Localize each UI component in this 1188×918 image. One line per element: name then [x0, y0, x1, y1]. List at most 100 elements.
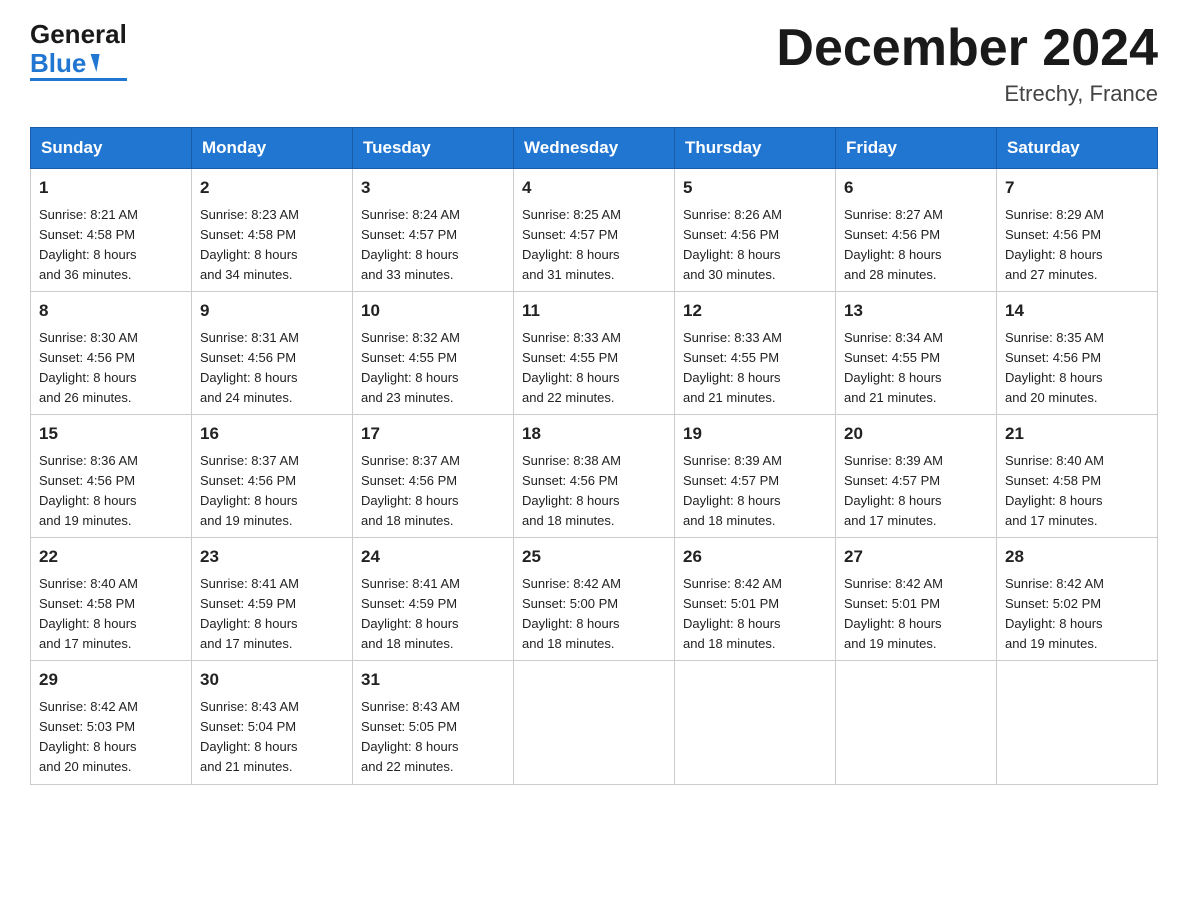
day-info: Sunrise: 8:37 AMSunset: 4:56 PMDaylight:… [200, 451, 344, 532]
day-info: Sunrise: 8:27 AMSunset: 4:56 PMDaylight:… [844, 205, 988, 286]
day-info: Sunrise: 8:34 AMSunset: 4:55 PMDaylight:… [844, 328, 988, 409]
day-number: 25 [522, 544, 666, 570]
day-info: Sunrise: 8:40 AMSunset: 4:58 PMDaylight:… [39, 574, 183, 655]
day-of-week-header: Wednesday [514, 128, 675, 169]
calendar-day-cell: 22Sunrise: 8:40 AMSunset: 4:58 PMDayligh… [31, 538, 192, 661]
day-info: Sunrise: 8:33 AMSunset: 4:55 PMDaylight:… [683, 328, 827, 409]
day-number: 8 [39, 298, 183, 324]
day-info: Sunrise: 8:29 AMSunset: 4:56 PMDaylight:… [1005, 205, 1149, 286]
calendar-day-cell: 12 Sunrise: 8:33 AMSunset: 4:55 PMDayligh… [675, 292, 836, 415]
calendar-day-cell: 21Sunrise: 8:40 AMSunset: 4:58 PMDayligh… [997, 415, 1158, 538]
day-info: Sunrise: 8:42 AMSunset: 5:00 PMDaylight:… [522, 574, 666, 655]
calendar-day-cell: 7 Sunrise: 8:29 AMSunset: 4:56 PMDaylight… [997, 169, 1158, 292]
day-number: 27 [844, 544, 988, 570]
day-info: Sunrise: 8:30 AMSunset: 4:56 PMDaylight:… [39, 328, 183, 409]
day-number: 23 [200, 544, 344, 570]
day-number: 14 [1005, 298, 1149, 324]
day-info: Sunrise: 8:40 AMSunset: 4:58 PMDaylight:… [1005, 451, 1149, 532]
day-info: Sunrise: 8:38 AMSunset: 4:56 PMDaylight:… [522, 451, 666, 532]
title-block: December 2024 Etrechy, France [776, 20, 1158, 107]
day-of-week-header: Sunday [31, 128, 192, 169]
day-number: 7 [1005, 175, 1149, 201]
calendar-day-cell: 1Sunrise: 8:21 AMSunset: 4:58 PMDaylight… [31, 169, 192, 292]
calendar-subtitle: Etrechy, France [776, 81, 1158, 107]
calendar-day-cell: 31Sunrise: 8:43 AMSunset: 5:05 PMDayligh… [353, 661, 514, 784]
calendar-day-cell: 30 Sunrise: 8:43 AMSunset: 5:04 PMDayligh… [192, 661, 353, 784]
day-number: 17 [361, 421, 505, 447]
day-number: 1 [39, 175, 183, 201]
page-header: General Blue December 2024 Etrechy, Fran… [30, 20, 1158, 107]
day-info: Sunrise: 8:33 AMSunset: 4:55 PMDaylight:… [522, 328, 666, 409]
calendar-day-cell: 13Sunrise: 8:34 AMSunset: 4:55 PMDayligh… [836, 292, 997, 415]
day-number: 4 [522, 175, 666, 201]
calendar-day-cell: 2 Sunrise: 8:23 AMSunset: 4:58 PMDaylight… [192, 169, 353, 292]
day-number: 15 [39, 421, 183, 447]
calendar-week-row: 1Sunrise: 8:21 AMSunset: 4:58 PMDaylight… [31, 169, 1158, 292]
day-info: Sunrise: 8:42 AMSunset: 5:03 PMDaylight:… [39, 697, 183, 778]
calendar-day-cell: 10 Sunrise: 8:32 AMSunset: 4:55 PMDayligh… [353, 292, 514, 415]
calendar-day-cell: 16Sunrise: 8:37 AMSunset: 4:56 PMDayligh… [192, 415, 353, 538]
day-number: 31 [361, 667, 505, 693]
day-of-week-header: Friday [836, 128, 997, 169]
calendar-day-cell: 23 Sunrise: 8:41 AMSunset: 4:59 PMDayligh… [192, 538, 353, 661]
day-info: Sunrise: 8:35 AMSunset: 4:56 PMDaylight:… [1005, 328, 1149, 409]
calendar-table: SundayMondayTuesdayWednesdayThursdayFrid… [30, 127, 1158, 784]
calendar-week-row: 8 Sunrise: 8:30 AMSunset: 4:56 PMDaylight… [31, 292, 1158, 415]
day-number: 24 [361, 544, 505, 570]
day-number: 10 [361, 298, 505, 324]
calendar-day-cell [514, 661, 675, 784]
calendar-day-cell: 14 Sunrise: 8:35 AMSunset: 4:56 PMDayligh… [997, 292, 1158, 415]
day-info: Sunrise: 8:32 AMSunset: 4:55 PMDaylight:… [361, 328, 505, 409]
calendar-day-cell: 20 Sunrise: 8:39 AMSunset: 4:57 PMDayligh… [836, 415, 997, 538]
calendar-day-cell: 15 Sunrise: 8:36 AMSunset: 4:56 PMDayligh… [31, 415, 192, 538]
calendar-title: December 2024 [776, 20, 1158, 77]
calendar-day-cell: 5Sunrise: 8:26 AMSunset: 4:56 PMDaylight… [675, 169, 836, 292]
day-number: 18 [522, 421, 666, 447]
calendar-day-cell: 25 Sunrise: 8:42 AMSunset: 5:00 PMDayligh… [514, 538, 675, 661]
day-info: Sunrise: 8:39 AMSunset: 4:57 PMDaylight:… [844, 451, 988, 532]
day-info: Sunrise: 8:42 AMSunset: 5:01 PMDaylight:… [683, 574, 827, 655]
calendar-day-cell: 4Sunrise: 8:25 AMSunset: 4:57 PMDaylight… [514, 169, 675, 292]
day-info: Sunrise: 8:41 AMSunset: 4:59 PMDaylight:… [200, 574, 344, 655]
day-info: Sunrise: 8:36 AMSunset: 4:56 PMDaylight:… [39, 451, 183, 532]
day-number: 30 [200, 667, 344, 693]
calendar-day-cell: 17Sunrise: 8:37 AMSunset: 4:56 PMDayligh… [353, 415, 514, 538]
day-info: Sunrise: 8:42 AMSunset: 5:02 PMDaylight:… [1005, 574, 1149, 655]
calendar-day-cell: 29 Sunrise: 8:42 AMSunset: 5:03 PMDayligh… [31, 661, 192, 784]
calendar-day-cell: 9 Sunrise: 8:31 AMSunset: 4:56 PMDaylight… [192, 292, 353, 415]
calendar-day-cell [675, 661, 836, 784]
day-of-week-header: Saturday [997, 128, 1158, 169]
day-number: 20 [844, 421, 988, 447]
day-number: 9 [200, 298, 344, 324]
day-number: 3 [361, 175, 505, 201]
calendar-header-row: SundayMondayTuesdayWednesdayThursdayFrid… [31, 128, 1158, 169]
calendar-week-row: 22Sunrise: 8:40 AMSunset: 4:58 PMDayligh… [31, 538, 1158, 661]
calendar-day-cell [997, 661, 1158, 784]
calendar-day-cell: 18 Sunrise: 8:38 AMSunset: 4:56 PMDayligh… [514, 415, 675, 538]
day-of-week-header: Monday [192, 128, 353, 169]
day-of-week-header: Thursday [675, 128, 836, 169]
calendar-day-cell: 27Sunrise: 8:42 AMSunset: 5:01 PMDayligh… [836, 538, 997, 661]
calendar-day-cell: 19Sunrise: 8:39 AMSunset: 4:57 PMDayligh… [675, 415, 836, 538]
day-info: Sunrise: 8:31 AMSunset: 4:56 PMDaylight:… [200, 328, 344, 409]
calendar-day-cell: 11Sunrise: 8:33 AMSunset: 4:55 PMDayligh… [514, 292, 675, 415]
day-number: 6 [844, 175, 988, 201]
day-number: 26 [683, 544, 827, 570]
day-number: 29 [39, 667, 183, 693]
day-info: Sunrise: 8:24 AMSunset: 4:57 PMDaylight:… [361, 205, 505, 286]
logo-underline [30, 78, 127, 81]
calendar-day-cell: 8 Sunrise: 8:30 AMSunset: 4:56 PMDaylight… [31, 292, 192, 415]
calendar-day-cell: 24Sunrise: 8:41 AMSunset: 4:59 PMDayligh… [353, 538, 514, 661]
day-number: 2 [200, 175, 344, 201]
day-info: Sunrise: 8:39 AMSunset: 4:57 PMDaylight:… [683, 451, 827, 532]
calendar-day-cell: 3 Sunrise: 8:24 AMSunset: 4:57 PMDaylight… [353, 169, 514, 292]
day-info: Sunrise: 8:23 AMSunset: 4:58 PMDaylight:… [200, 205, 344, 286]
day-number: 28 [1005, 544, 1149, 570]
day-of-week-header: Tuesday [353, 128, 514, 169]
calendar-day-cell [836, 661, 997, 784]
logo-general-text: General [30, 20, 127, 49]
day-info: Sunrise: 8:43 AMSunset: 5:04 PMDaylight:… [200, 697, 344, 778]
calendar-day-cell: 6 Sunrise: 8:27 AMSunset: 4:56 PMDaylight… [836, 169, 997, 292]
calendar-week-row: 15 Sunrise: 8:36 AMSunset: 4:56 PMDayligh… [31, 415, 1158, 538]
day-number: 12 [683, 298, 827, 324]
